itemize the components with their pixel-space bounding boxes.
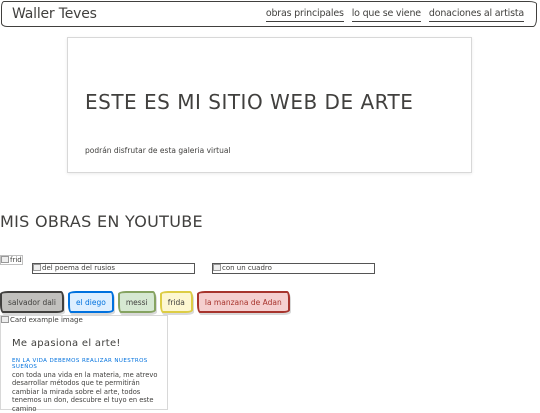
la-manzana-de-adan-button[interactable]: la manzana de Adan — [196, 291, 290, 313]
messi-button[interactable]: messi — [117, 291, 156, 313]
broken-image-icon — [1, 256, 9, 263]
broken-image-frida: frida — [0, 255, 23, 265]
hero-card: ESTE ES MI SITIO WEB DE ARTE podrán disf… — [67, 37, 472, 173]
nav-links: obras principales lo que se viene donaci… — [265, 8, 524, 22]
el-diego-button[interactable]: el diego — [67, 291, 114, 313]
broken-image-icon — [1, 316, 9, 323]
image-alt-text: frida — [10, 256, 22, 264]
info-card: Card example image Me apasiona el arte! … — [0, 315, 168, 413]
youtube-section-heading: MIS OBRAS EN YOUTUBE — [0, 212, 203, 231]
image-alt-text: con un cuadro — [222, 264, 272, 272]
hero-subtitle: podrán disfrutar de esta galeria virtual — [85, 145, 231, 155]
broken-image-icon — [213, 264, 221, 271]
frida-button[interactable]: frida — [159, 291, 193, 313]
card-image-alt: Card example image — [10, 316, 83, 324]
nav-link-obras-principales[interactable]: obras principales — [265, 8, 344, 22]
card-title: Me apasiona el arte! — [12, 338, 121, 349]
salvador-dali-button[interactable]: salvador dali — [0, 291, 64, 313]
nav-link-donaciones[interactable]: donaciones al artista — [428, 8, 524, 22]
brand-logo[interactable]: Waller Teves — [12, 6, 97, 22]
artist-button-row: salvador dali el diego messi frida la ma… — [0, 291, 290, 313]
image-alt-text: del poema del rusios — [42, 264, 116, 272]
navbar: Waller Teves obras principales lo que se… — [1, 1, 537, 27]
nav-link-lo-que-se-viene[interactable]: lo que se viene — [351, 8, 421, 22]
hero-title: ESTE ES MI SITIO WEB DE ARTE — [85, 90, 414, 114]
broken-image-icon — [33, 264, 41, 271]
card-image: Card example image — [1, 316, 83, 324]
card-subtitle: EN LA VIDA DEBEMOS REALIZAR NUESTROS SUE… — [12, 358, 148, 370]
card-text: con toda una vida en la materia, me atre… — [12, 371, 158, 413]
broken-image-cuadro: con un cuadro — [212, 263, 375, 274]
broken-image-poema: del poema del rusios — [32, 263, 195, 274]
